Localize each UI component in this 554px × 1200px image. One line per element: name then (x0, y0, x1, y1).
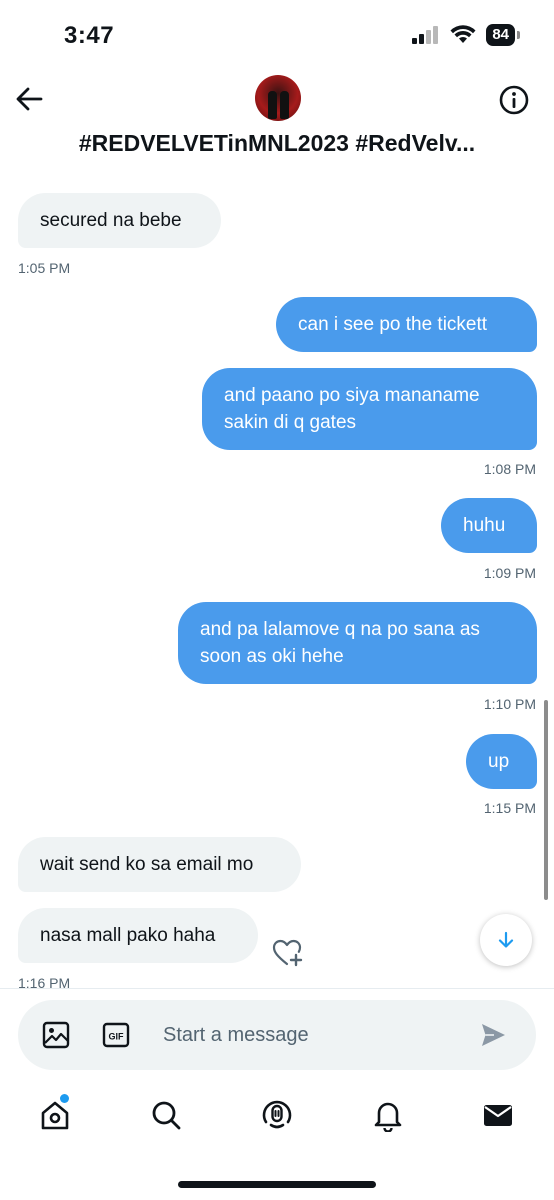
message-timestamp: 1:09 PM (483, 565, 536, 581)
arrow-down-icon (498, 931, 514, 948)
cellular-signal-icon (412, 26, 439, 44)
home-notification-dot (60, 1094, 69, 1103)
message-timestamp: 1:08 PM (483, 461, 536, 477)
message-bubble-outgoing[interactable]: can i see po the tickett (276, 297, 537, 352)
wifi-icon (450, 25, 476, 43)
message-input[interactable] (163, 1020, 453, 1050)
message-bubble-outgoing[interactable]: and paano po siya mananame sakin di q ga… (202, 368, 537, 450)
message-bubble-outgoing[interactable]: and pa lalamove q na po sana as soon as … (178, 602, 537, 684)
avatar-figure (280, 91, 289, 119)
spaces-icon[interactable] (260, 1098, 294, 1132)
bottom-tab-bar (0, 1086, 554, 1146)
gif-icon[interactable]: GIF (102, 1021, 130, 1049)
message-bubble-incoming[interactable]: nasa mall pako haha (18, 908, 258, 963)
message-bubble-incoming[interactable]: wait send ko sa email mo (18, 837, 301, 892)
battery-level: 84 (486, 24, 515, 46)
status-bar: 3:47 84 (0, 0, 554, 70)
send-icon[interactable] (480, 1022, 506, 1048)
gif-label: GIF (109, 1032, 125, 1042)
conversation-title[interactable]: #REDVELVETinMNL2023 #RedVelv... (0, 130, 554, 157)
status-time: 3:47 (64, 22, 115, 49)
scroll-to-bottom-button[interactable] (480, 914, 532, 966)
battery-cap (517, 31, 520, 39)
back-arrow-icon[interactable] (14, 84, 44, 114)
message-timestamp: 1:05 PM (18, 260, 71, 276)
home-icon[interactable] (38, 1098, 72, 1132)
avatar-figure (268, 91, 277, 119)
info-icon[interactable] (498, 84, 530, 116)
image-icon[interactable] (42, 1021, 70, 1049)
message-timestamp: 1:15 PM (483, 800, 536, 816)
status-icons: 84 (412, 24, 520, 46)
scrollbar[interactable] (544, 700, 548, 900)
messages-icon[interactable] (481, 1098, 515, 1132)
message-timestamp: 1:10 PM (483, 696, 536, 712)
conversation-header: #REDVELVETinMNL2023 #RedVelv... (0, 70, 554, 170)
search-icon[interactable] (149, 1098, 183, 1132)
message-bubble-outgoing[interactable]: huhu (441, 498, 537, 553)
home-indicator[interactable] (178, 1181, 376, 1188)
battery-indicator: 84 (486, 24, 520, 46)
message-bubble-incoming[interactable]: secured na bebe (18, 193, 221, 248)
message-list[interactable]: secured na bebe 1:05 PM can i see po the… (0, 180, 554, 991)
message-composer: GIF (18, 1000, 536, 1070)
notifications-icon[interactable] (371, 1098, 405, 1132)
add-reaction-icon[interactable] (272, 938, 304, 968)
message-bubble-outgoing[interactable]: up (466, 734, 537, 789)
group-avatar[interactable] (255, 75, 301, 121)
composer-divider (0, 988, 554, 989)
